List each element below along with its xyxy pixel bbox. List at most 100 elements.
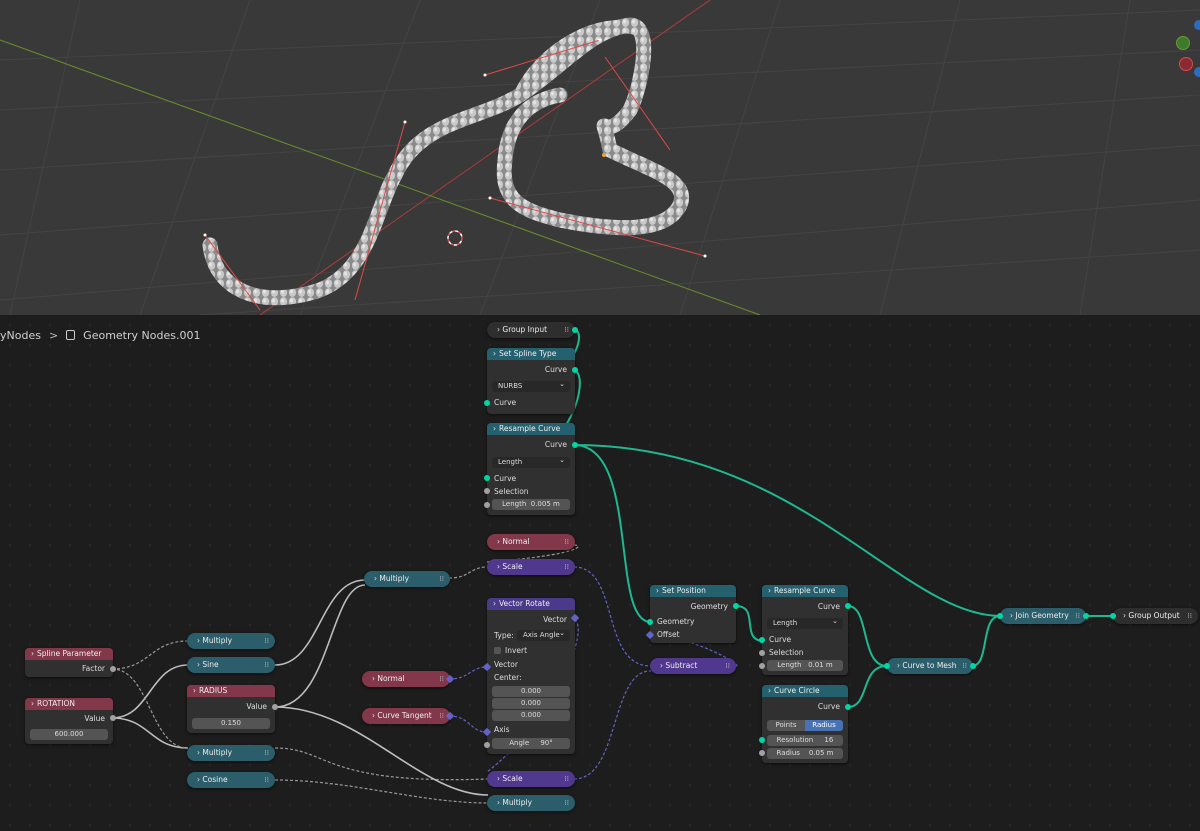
angle-field[interactable]: Angle 90° (492, 738, 570, 749)
node-editor[interactable]: yNodes > Geometry Nodes.001 › Group Inpu… (0, 315, 1200, 831)
set-position-node[interactable]: › Set Position Geometry Geometry Offset (650, 585, 736, 643)
type-label: Type: (494, 631, 514, 640)
socket-selection[interactable] (484, 488, 490, 494)
3d-viewport[interactable] (0, 0, 1200, 315)
scale-node[interactable]: › Scale ⁞⁞ (487, 559, 575, 575)
socket-geometry[interactable] (970, 663, 976, 669)
radius-field[interactable]: Radius 0.05 m (767, 748, 843, 759)
spline-type-dropdown[interactable]: NURBS (492, 379, 570, 392)
node-header[interactable]: › Spline Parameter (25, 648, 113, 660)
node-header[interactable]: › Curve Circle (762, 685, 848, 697)
socket-geometry[interactable] (484, 400, 490, 406)
group-input-node[interactable]: › Group Input ⁞⁞ (487, 322, 575, 338)
socket-geometry[interactable] (647, 619, 653, 625)
gizmo-z-axis-icon[interactable] (1194, 20, 1200, 30)
input-geometry-label: Geometry (657, 617, 695, 626)
length-field[interactable]: Length 0.005 m (492, 499, 570, 510)
socket-geometry[interactable] (572, 367, 578, 373)
normal-node[interactable]: › Normal ⁞⁞ (487, 534, 575, 550)
socket-angle[interactable] (484, 742, 490, 748)
socket-geometry[interactable] (484, 475, 490, 481)
socket-geometry[interactable] (572, 442, 578, 448)
curve-tangent-node[interactable]: › Curve Tangent ⁞⁞ (362, 708, 450, 724)
output-geometry-label: Geometry (690, 602, 728, 611)
group-output-node[interactable]: › Group Output ⁞⁞ (1113, 608, 1198, 624)
socket-value[interactable] (272, 704, 278, 710)
radius-value-node[interactable]: › RADIUS Value 0.150 (187, 685, 275, 733)
multiply-node[interactable]: › Multiply ⁞⁞ (187, 745, 275, 761)
length-field[interactable]: Length 0.01 m (767, 660, 843, 671)
socket-length[interactable] (759, 663, 765, 669)
node-label: Multiply (502, 798, 533, 807)
input-curve-label: Curve (494, 474, 517, 483)
object-origin (602, 153, 606, 157)
socket-geometry[interactable] (997, 613, 1003, 619)
center-y-field[interactable]: 0.000 (492, 698, 570, 709)
node-header[interactable]: › Resample Curve (487, 423, 575, 435)
join-geometry-node[interactable]: › Join Geometry ⁞⁞ (1000, 608, 1086, 624)
node-header[interactable]: › ROTATION (25, 698, 113, 710)
scale-node[interactable]: › Scale ⁞⁞ (487, 771, 575, 787)
socket-geometry[interactable] (1083, 613, 1089, 619)
socket-geometry[interactable] (733, 603, 739, 609)
socket-geometry[interactable] (1110, 613, 1116, 619)
gizmo-z-neg-icon[interactable] (1194, 67, 1200, 77)
socket-radius[interactable] (759, 750, 765, 756)
link-geo (573, 444, 651, 623)
socket-geometry[interactable] (884, 663, 890, 669)
node-label: Normal (377, 674, 405, 683)
node-header[interactable]: › Set Spline Type (487, 348, 575, 360)
3d-cursor[interactable] (447, 230, 463, 246)
node-header[interactable]: › Vector Rotate (487, 598, 575, 610)
mode-points-button[interactable]: Points (767, 720, 805, 731)
curve-to-mesh-node[interactable]: › Curve to Mesh ⁞⁞ (887, 658, 973, 674)
multiply-node[interactable]: › Multiply ⁞⁞ (487, 795, 575, 811)
multiply-node[interactable]: › Multiply ⁞⁞ (364, 571, 450, 587)
socket-factor[interactable] (110, 666, 116, 672)
link-geo (735, 605, 764, 642)
vector-rotate-node[interactable]: ›Vector Rotate Vector Type: Axis Angle I… (487, 598, 575, 754)
center-x-field[interactable]: 0.000 (492, 686, 570, 697)
rotate-type-dropdown[interactable]: Axis Angle (517, 628, 570, 641)
socket-curve[interactable] (845, 603, 851, 609)
node-header[interactable]: › RADIUS (187, 685, 275, 697)
offset-label: Offset (657, 630, 680, 639)
curve-circle-node[interactable]: › Curve Circle Curve Points Radius Resolu… (762, 685, 848, 763)
multiply-node[interactable]: › Multiply ⁞⁞ (187, 633, 275, 649)
node-label: Group Output (1128, 611, 1180, 620)
resample-curve-node[interactable]: ›Resample Curve Curve Length Curve Selec… (487, 423, 575, 515)
spline-parameter-node[interactable]: › Spline Parameter Factor (25, 648, 113, 677)
invert-checkbox[interactable] (494, 647, 501, 654)
socket-resolution[interactable] (759, 737, 765, 743)
socket-selection[interactable] (759, 650, 765, 656)
resample-mode-dropdown[interactable]: Length (492, 455, 570, 468)
center-z-field[interactable]: 0.000 (492, 710, 570, 721)
value-label: Value (84, 714, 105, 723)
socket-value[interactable] (110, 715, 116, 721)
rotation-value-node[interactable]: › ROTATION Value 600.000 (25, 698, 113, 744)
normal-node[interactable]: › Normal ⁞⁞ (362, 671, 450, 687)
node-label: Curve Tangent (377, 711, 432, 720)
node-header[interactable]: › Resample Curve (762, 585, 848, 597)
socket-curve[interactable] (845, 704, 851, 710)
resample-mode-dropdown[interactable]: Length (767, 616, 843, 629)
radius-value-field[interactable]: 0.150 (192, 718, 270, 729)
socket-geometry[interactable] (572, 327, 578, 333)
gizmo-x-axis-icon[interactable] (1179, 57, 1193, 71)
rotation-value-field[interactable]: 600.000 (30, 729, 108, 740)
socket-curve[interactable] (759, 637, 765, 643)
mode-radius-button[interactable]: Radius (805, 720, 843, 731)
resolution-field[interactable]: Resolution 16 (767, 735, 843, 746)
cosine-node[interactable]: › Cosine ⁞⁞ (187, 772, 275, 788)
breadcrumb-root[interactable]: yNodes (0, 329, 41, 342)
sine-node[interactable]: › Sine ⁞⁞ (187, 657, 275, 673)
gizmo-y-axis-icon[interactable] (1176, 36, 1190, 50)
subtract-node[interactable]: › Subtract ⁞⁞ (650, 658, 736, 674)
breadcrumb-tree-name[interactable]: Geometry Nodes.001 (83, 329, 200, 342)
center-label: Center: (494, 673, 522, 682)
node-header[interactable]: › Set Position (650, 585, 736, 597)
output-vector-label: Vector (543, 615, 567, 624)
resample-curve-node[interactable]: ›Resample Curve Curve Length Curve Selec… (762, 585, 848, 675)
socket-length[interactable] (484, 502, 490, 508)
set-spline-type-node[interactable]: ›Set Spline Type Curve NURBS Curve (487, 348, 575, 414)
